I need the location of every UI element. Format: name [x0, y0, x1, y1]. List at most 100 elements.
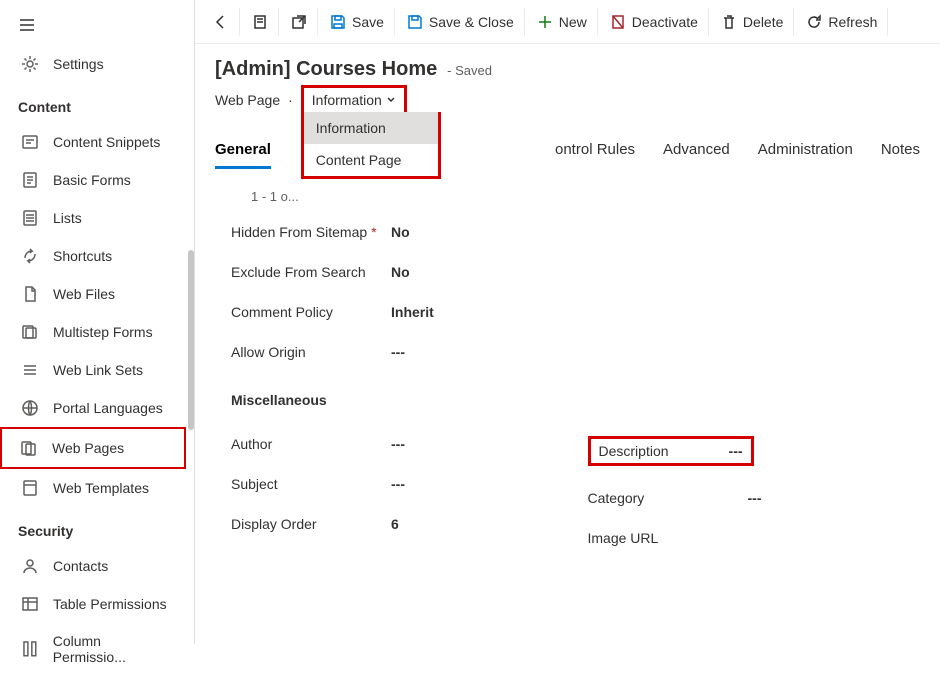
tab-notes[interactable]: Notes [881, 133, 920, 169]
field-allow-origin[interactable]: Allow Origin --- [231, 332, 904, 372]
back-button[interactable] [203, 8, 240, 36]
field-label: Allow Origin [231, 344, 391, 360]
toolbar-label: Deactivate [632, 14, 698, 30]
sidebar-item-web-templates[interactable]: Web Templates [0, 469, 194, 507]
field-label: Subject [231, 476, 391, 492]
list-icon [21, 209, 39, 227]
sidebar-item-label: Web Templates [53, 480, 149, 496]
tab-control-rules[interactable]: ontrol Rules [555, 133, 635, 169]
hamburger-button[interactable] [0, 8, 194, 45]
sidebar-item-table-permissions[interactable]: Table Permissions [0, 585, 194, 623]
form-selector-label: Information [312, 92, 382, 108]
sidebar-item-label: Lists [53, 210, 82, 226]
sidebar-item-portal-languages[interactable]: Portal Languages [0, 389, 194, 427]
field-value: No [391, 224, 410, 240]
tab-administration[interactable]: Administration [758, 133, 853, 169]
field-label: Category [588, 490, 748, 506]
snippet-icon [21, 133, 39, 151]
required-indicator: * [371, 224, 376, 240]
field-value: --- [391, 436, 405, 452]
toolbar-label: New [559, 14, 587, 30]
field-subject[interactable]: Subject --- [231, 464, 548, 504]
breadcrumb: Web Page · Information Information Conte… [215, 85, 920, 115]
separator: · [288, 92, 293, 108]
save-close-button[interactable]: Save & Close [397, 8, 525, 36]
sidebar-item-label: Portal Languages [53, 400, 163, 416]
section-header-content: Content [0, 83, 194, 123]
field-image-url[interactable]: Image URL [588, 518, 905, 558]
field-comment-policy[interactable]: Comment Policy Inherit [231, 292, 904, 332]
deactivate-button[interactable]: Deactivate [600, 8, 709, 36]
shortcut-icon [21, 247, 39, 265]
field-description[interactable]: Description --- [588, 436, 754, 466]
section-header-security: Security [0, 507, 194, 547]
toolbar-label: Save [352, 14, 384, 30]
delete-button[interactable]: Delete [711, 8, 794, 36]
open-new-window-button[interactable] [281, 8, 318, 36]
tab-general[interactable]: General [215, 133, 271, 169]
multistep-icon [21, 323, 39, 341]
file-icon [21, 285, 39, 303]
tab-advanced[interactable]: Advanced [663, 133, 730, 169]
field-display-order[interactable]: Display Order 6 [231, 504, 548, 544]
sidebar-item-label: Basic Forms [53, 172, 131, 188]
table-perm-icon [21, 595, 39, 613]
toolbar-overflow-button[interactable] [912, 8, 932, 36]
deactivate-icon [610, 14, 626, 30]
form-selector-dropdown[interactable]: Information Information Content Page [301, 85, 407, 115]
sidebar-item-label: Table Permissions [53, 596, 167, 612]
form-body: 1 - 1 o... Hidden From Sitemap * No Excl… [195, 169, 940, 644]
field-description-row: Description --- [588, 424, 905, 478]
sidebar-item-label: Settings [53, 56, 104, 72]
field-value: --- [729, 443, 743, 459]
field-hidden-sitemap[interactable]: Hidden From Sitemap * No [231, 212, 904, 252]
sidebar-item-label: Web Files [53, 286, 115, 302]
misc-columns: Author --- Subject --- Display Order 6 D… [231, 424, 904, 558]
field-exclude-search[interactable]: Exclude From Search No [231, 252, 904, 292]
open-icon [291, 14, 307, 30]
dropdown-item-content-page[interactable]: Content Page [304, 144, 438, 176]
form-icon [252, 14, 268, 30]
field-category[interactable]: Category --- [588, 478, 905, 518]
field-value: --- [391, 344, 405, 360]
gear-icon [21, 55, 39, 73]
field-label: Description [599, 443, 669, 459]
form-icon [21, 171, 39, 189]
sidebar-scrollbar[interactable] [188, 250, 194, 430]
field-label: Exclude From Search [231, 264, 391, 280]
sidebar-item-lists[interactable]: Lists [0, 199, 194, 237]
main-content: Save Save & Close New Deactivate Delete … [195, 0, 940, 644]
field-label: Display Order [231, 516, 391, 532]
save-button[interactable]: Save [320, 8, 395, 36]
sidebar-item-content-snippets[interactable]: Content Snippets [0, 123, 194, 161]
sidebar-item-contacts[interactable]: Contacts [0, 547, 194, 585]
sidebar-item-multistep-forms[interactable]: Multistep Forms [0, 313, 194, 351]
sidebar-item-label: Multistep Forms [53, 324, 153, 340]
plus-icon [537, 14, 553, 30]
dropdown-item-information[interactable]: Information [304, 112, 438, 144]
sidebar-item-label: Content Snippets [53, 134, 160, 150]
misc-left-col: Author --- Subject --- Display Order 6 [231, 424, 548, 558]
form-selector-toolbar[interactable] [242, 8, 279, 36]
sidebar-item-web-pages[interactable]: Web Pages [0, 427, 186, 469]
sidebar-item-web-link-sets[interactable]: Web Link Sets [0, 351, 194, 389]
refresh-button[interactable]: Refresh [796, 8, 888, 36]
field-author[interactable]: Author --- [231, 424, 548, 464]
globe-icon [21, 399, 39, 417]
field-value: Inherit [391, 304, 434, 320]
save-close-icon [407, 14, 423, 30]
save-icon [330, 14, 346, 30]
new-button[interactable]: New [527, 8, 598, 36]
field-label: Hidden From Sitemap * [231, 224, 391, 240]
sidebar-item-web-files[interactable]: Web Files [0, 275, 194, 313]
sidebar-item-label: Web Link Sets [53, 362, 143, 378]
sidebar-item-shortcuts[interactable]: Shortcuts [0, 237, 194, 275]
sidebar-item-basic-forms[interactable]: Basic Forms [0, 161, 194, 199]
pages-icon [20, 439, 38, 457]
field-label: Comment Policy [231, 304, 391, 320]
misc-right-col: Description --- Category --- Image URL [588, 424, 905, 558]
toolbar-label: Refresh [828, 14, 877, 30]
toolbar-label: Save & Close [429, 14, 514, 30]
sidebar-item-settings[interactable]: Settings [0, 45, 194, 83]
sidebar-item-column-permissions[interactable]: Column Permissio... [0, 623, 194, 675]
